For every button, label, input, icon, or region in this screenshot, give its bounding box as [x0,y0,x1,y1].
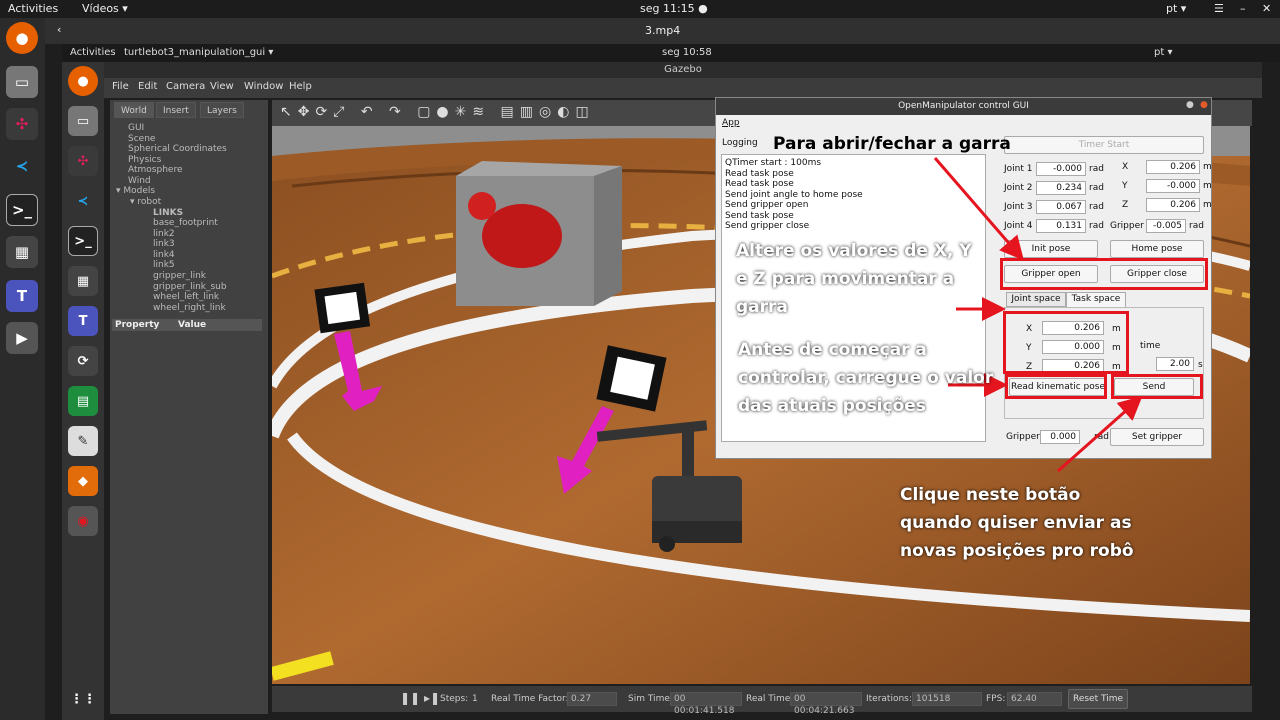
annotation-gripper: Para abrir/fechar a garra [773,134,1011,154]
annotation-read-line: controlar, carregue o valor [738,368,994,388]
annotation-xyz-line: Altere os valores de X, Y [736,241,972,261]
annotation-read-line: das atuais posições [738,396,926,416]
annotation-xyz-line: e Z para movimentar a [736,269,955,289]
annotation-arrows [933,157,1143,473]
annotation-send-line: quando quiser enviar as [900,513,1132,533]
annotation-read-line: Antes de começar a [738,340,927,360]
annotation-xyz-line: garra [736,297,788,317]
annotation-send-line: Clique neste botão [900,485,1081,505]
annotation-send-line: novas posições pro robô [900,541,1134,561]
